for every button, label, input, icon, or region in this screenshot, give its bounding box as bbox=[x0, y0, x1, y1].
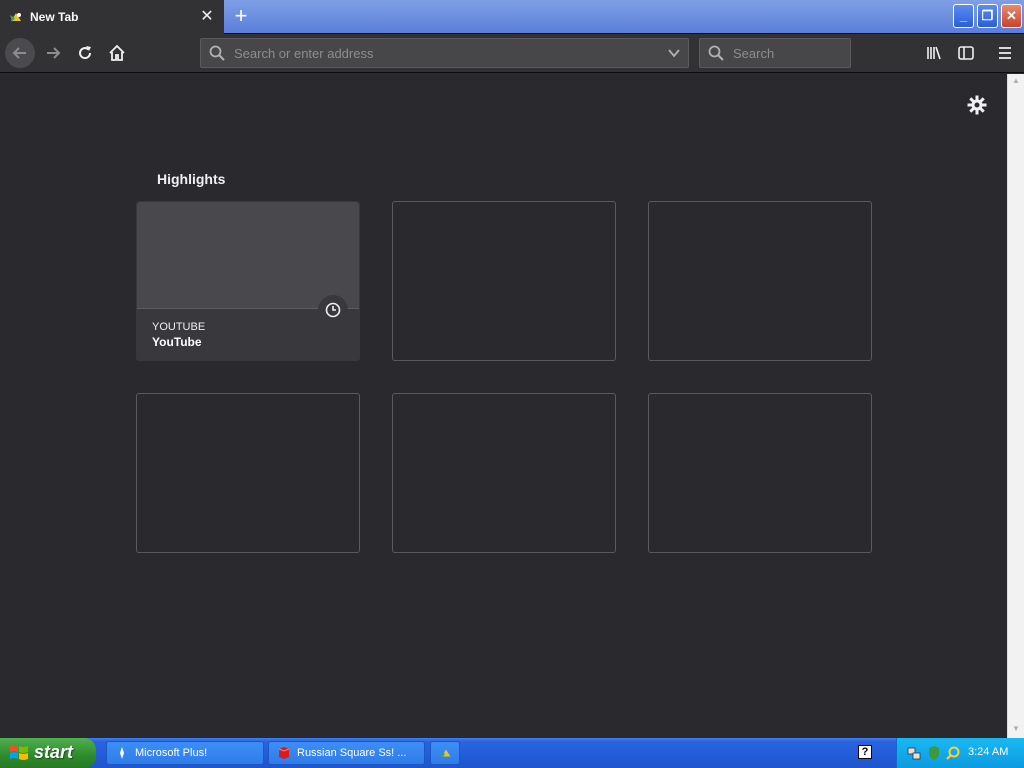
highlight-card-empty bbox=[648, 393, 872, 553]
card-title: YouTube bbox=[152, 335, 202, 349]
url-input[interactable] bbox=[232, 39, 652, 67]
windows-logo-icon bbox=[10, 745, 28, 760]
home-icon bbox=[109, 44, 125, 61]
network-icon[interactable] bbox=[906, 745, 922, 761]
search-icon bbox=[708, 45, 724, 61]
clock-icon bbox=[318, 295, 348, 325]
close-window-button[interactable]: ✕ bbox=[1001, 4, 1022, 28]
search-bar[interactable] bbox=[699, 38, 851, 68]
highlight-card-youtube[interactable]: YOUTUBE YouTube bbox=[136, 201, 360, 361]
tab-new-tab[interactable]: New Tab ✕ bbox=[0, 0, 224, 34]
scroll-down-arrow-icon[interactable]: ▼ bbox=[1011, 724, 1021, 734]
back-button[interactable] bbox=[5, 38, 35, 68]
highlight-card-empty bbox=[392, 201, 616, 361]
library-button[interactable] bbox=[919, 38, 949, 68]
help-icon[interactable]: ? bbox=[858, 745, 872, 759]
clock: 3:24 AM bbox=[968, 746, 1009, 758]
new-tab-button[interactable]: + bbox=[228, 4, 254, 30]
search-icon[interactable] bbox=[945, 745, 961, 761]
search-input[interactable] bbox=[731, 39, 846, 67]
forward-arrow-icon bbox=[47, 47, 61, 59]
home-button[interactable] bbox=[102, 38, 132, 68]
taskbar: start Microsoft Plus! Russian Square Ss!… bbox=[0, 738, 1024, 768]
tab-strip: New Tab ✕ + _ ❐ ✕ bbox=[0, 0, 1024, 34]
forward-button[interactable] bbox=[38, 38, 68, 68]
security-icon[interactable] bbox=[926, 745, 942, 761]
highlight-card-empty bbox=[648, 201, 872, 361]
microsoft-plus-icon bbox=[120, 747, 124, 759]
new-tab-page: Highlights YOUTUBE YouTube bbox=[0, 74, 1007, 738]
sidebar-icon bbox=[958, 46, 974, 60]
vertical-scrollbar[interactable]: ▲ ▼ bbox=[1007, 74, 1024, 738]
url-bar[interactable] bbox=[200, 38, 689, 68]
taskbar-button-microsoft-plus[interactable]: Microsoft Plus! bbox=[106, 741, 264, 765]
taskbar-button-label: Microsoft Plus! bbox=[135, 747, 208, 759]
tab-title: New Tab bbox=[30, 10, 79, 24]
start-label: start bbox=[34, 742, 74, 762]
highlight-card-empty bbox=[136, 393, 360, 553]
hamburger-menu-icon bbox=[999, 47, 1011, 59]
menu-button[interactable] bbox=[990, 38, 1020, 68]
sidebar-button[interactable] bbox=[951, 38, 981, 68]
scroll-up-arrow-icon[interactable]: ▲ bbox=[1011, 76, 1021, 86]
search-icon bbox=[209, 45, 225, 61]
minimize-button[interactable]: _ bbox=[953, 4, 974, 28]
card-preview-image bbox=[137, 202, 359, 309]
highlights-heading: Highlights bbox=[157, 171, 226, 187]
reload-button[interactable] bbox=[70, 38, 100, 68]
taskbar-button-label: Russian Square Ss! ... bbox=[297, 747, 407, 759]
highlight-card-empty bbox=[392, 393, 616, 553]
tab-close-icon[interactable]: ✕ bbox=[198, 8, 216, 26]
restore-button[interactable]: ❐ bbox=[977, 4, 998, 28]
start-button[interactable]: start bbox=[0, 738, 96, 768]
card-hostname: YOUTUBE bbox=[152, 321, 206, 333]
taskbar-button-russian-square[interactable]: Russian Square Ss! ... bbox=[268, 741, 425, 765]
firefox-icon bbox=[10, 13, 21, 22]
library-icon bbox=[927, 46, 941, 60]
reload-icon bbox=[79, 46, 92, 60]
red-cube-icon bbox=[278, 747, 290, 759]
firefox-icon bbox=[440, 749, 451, 758]
taskbar-button-firefox[interactable] bbox=[430, 741, 460, 765]
nav-toolbar bbox=[0, 34, 1024, 73]
back-arrow-icon bbox=[12, 47, 26, 59]
chevron-down-icon[interactable] bbox=[668, 47, 680, 59]
gear-icon[interactable] bbox=[966, 94, 988, 116]
